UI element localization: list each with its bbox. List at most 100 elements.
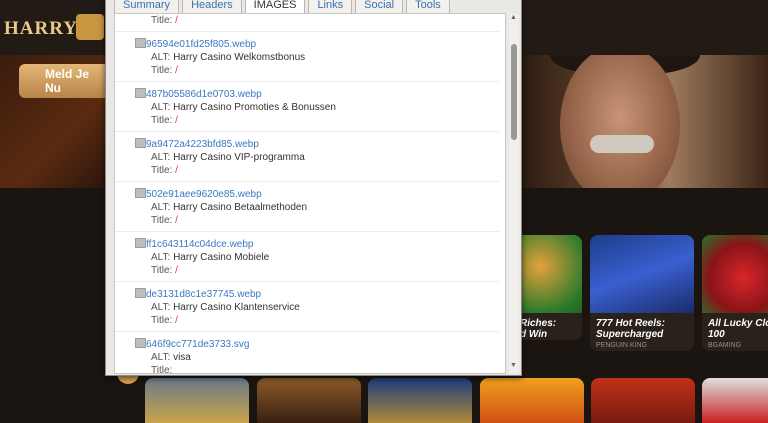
title-value: /: [175, 115, 178, 126]
image-file-link[interactable]: ff1c643114c04dce.webp: [146, 234, 499, 251]
image-file-icon: [135, 38, 146, 48]
title-label: Title:: [151, 15, 173, 26]
image-alt-line: ALT: Harry Casino Promoties & Bonussen: [151, 101, 499, 114]
image-file-link[interactable]: 96594e01fd25f805.webp: [146, 34, 499, 51]
image-file-icon: [135, 288, 146, 298]
mustache-shape: [590, 135, 654, 153]
portrait-face: [560, 55, 680, 188]
image-file-icon: [135, 338, 146, 348]
list-item: 646f9cc771de3733.svg ALT: visa Title:: [115, 332, 499, 374]
image-title-line: Title: /: [151, 64, 499, 77]
list-item: 9a9472a4223bfd85.webp ALT: Harry Casino …: [115, 132, 499, 182]
join-now-button[interactable]: Meld Je Nu: [19, 64, 111, 98]
game-title: 777 Hot Reels:: [596, 318, 665, 329]
image-title-line: Title: /: [151, 314, 499, 327]
alt-label: ALT:: [151, 152, 171, 163]
image-file-icon: [135, 88, 146, 98]
image-file-link[interactable]: de3131d8c1e37745.webp: [146, 284, 499, 301]
title-value: /: [175, 265, 178, 276]
alt-label: ALT:: [151, 302, 171, 313]
scroll-down-icon[interactable]: ▼: [510, 362, 517, 369]
list-item: 487b05586d1e0703.webp ALT: Harry Casino …: [115, 82, 499, 132]
alt-value: Harry Casino VIP-programma: [173, 152, 305, 163]
alt-value: Harry Casino Promoties & Bonussen: [173, 102, 336, 113]
image-title-line: Title: /: [151, 114, 499, 127]
image-title-line: Title: /: [151, 14, 499, 27]
image-file-link[interactable]: 487b05586d1e0703.webp: [146, 84, 499, 101]
alt-value: Harry Casino Betaalmethoden: [173, 202, 308, 213]
image-file-icon: [135, 238, 146, 248]
logo-crown-icon: [76, 14, 104, 40]
list-item: ff1c643114c04dce.webp ALT: Harry Casino …: [115, 232, 499, 282]
title-label: Title:: [151, 365, 173, 374]
alt-value: Harry Casino Klantenservice: [173, 302, 300, 313]
title-label: Title:: [151, 265, 173, 276]
game-card[interactable]: 777 Hot Reels: Supercharged PENGUIN KING: [590, 235, 694, 351]
alt-value: visa: [173, 352, 191, 363]
tab-tools[interactable]: Tools: [406, 0, 450, 14]
image-alt-line: ALT: Harry Casino Betaalmethoden: [151, 201, 499, 214]
alt-label: ALT:: [151, 102, 171, 113]
game-title-line2: Supercharged: [596, 329, 664, 340]
images-list[interactable]: Title: / 96594e01fd25f805.webp ALT: Harr…: [114, 13, 506, 374]
seo-extension-popup: Summary Headers IMAGES Links Social Tool…: [105, 0, 522, 376]
image-file-link[interactable]: 502e91aee9620e85.webp: [146, 184, 499, 201]
hero-banner-image: [520, 55, 768, 188]
title-label: Title:: [151, 165, 173, 176]
title-label: Title:: [151, 65, 173, 76]
game-tile[interactable]: [145, 378, 249, 423]
tab-headers[interactable]: Headers: [182, 0, 242, 14]
image-title-line: Title: /: [151, 214, 499, 227]
image-title-line: Title: /: [151, 164, 499, 177]
image-file-link[interactable]: 9a9472a4223bfd85.webp: [146, 134, 499, 151]
game-tile[interactable]: [591, 378, 695, 423]
list-item: de3131d8c1e37745.webp ALT: Harry Casino …: [115, 282, 499, 332]
list-item: Title: /: [115, 14, 499, 32]
scroll-up-icon[interactable]: ▲: [510, 14, 517, 21]
game-provider: PENGUIN KING: [596, 342, 647, 349]
alt-label: ALT:: [151, 252, 171, 263]
image-alt-line: ALT: Harry Casino Welkomstbonus: [151, 51, 499, 64]
game-title: All Lucky Clo: [708, 318, 768, 329]
tab-images[interactable]: IMAGES: [244, 0, 306, 14]
list-item: 502e91aee9620e85.webp ALT: Harry Casino …: [115, 182, 499, 232]
image-alt-line: ALT: Harry Casino Klantenservice: [151, 301, 499, 314]
title-label: Title:: [151, 115, 173, 126]
game-title-line2: 100: [708, 329, 725, 340]
tab-links[interactable]: Links: [308, 0, 353, 14]
image-alt-line: ALT: Harry Casino VIP-programma: [151, 151, 499, 164]
scrollbar-thumb[interactable]: [511, 44, 517, 140]
list-item: 96594e01fd25f805.webp ALT: Harry Casino …: [115, 32, 499, 82]
image-alt-line: ALT: visa: [151, 351, 499, 364]
title-label: Title:: [151, 215, 173, 226]
tab-social[interactable]: Social: [355, 0, 404, 14]
title-label: Title:: [151, 315, 173, 326]
image-alt-line: ALT: Harry Casino Mobiele: [151, 251, 499, 264]
image-file-icon: [135, 138, 146, 148]
tab-summary[interactable]: Summary: [114, 0, 180, 14]
game-tile[interactable]: [480, 378, 584, 423]
image-file-link[interactable]: 646f9cc771de3733.svg: [146, 334, 499, 351]
title-value: /: [175, 15, 178, 26]
image-title-line: Title:: [151, 364, 499, 374]
alt-value: Harry Casino Welkomstbonus: [173, 52, 306, 63]
game-tile[interactable]: [702, 378, 768, 423]
game-art: [590, 235, 694, 313]
game-card[interactable]: All Lucky Clo 100 BGAMING: [702, 235, 768, 351]
tab-bar: Summary Headers IMAGES Links Social Tool…: [114, 0, 450, 14]
game-tile[interactable]: [368, 378, 472, 423]
title-value: /: [175, 65, 178, 76]
title-value: /: [175, 315, 178, 326]
alt-value: Harry Casino Mobiele: [173, 252, 270, 263]
site-logo[interactable]: HARRY: [4, 18, 78, 40]
alt-label: ALT:: [151, 52, 171, 63]
game-provider: BGAMING: [708, 342, 742, 349]
game-tile[interactable]: [257, 378, 361, 423]
title-value: /: [175, 165, 178, 176]
image-title-line: Title: /: [151, 264, 499, 277]
title-value: /: [175, 215, 178, 226]
alt-label: ALT:: [151, 352, 171, 363]
image-file-icon: [135, 188, 146, 198]
alt-label: ALT:: [151, 202, 171, 213]
game-art: [702, 235, 768, 313]
